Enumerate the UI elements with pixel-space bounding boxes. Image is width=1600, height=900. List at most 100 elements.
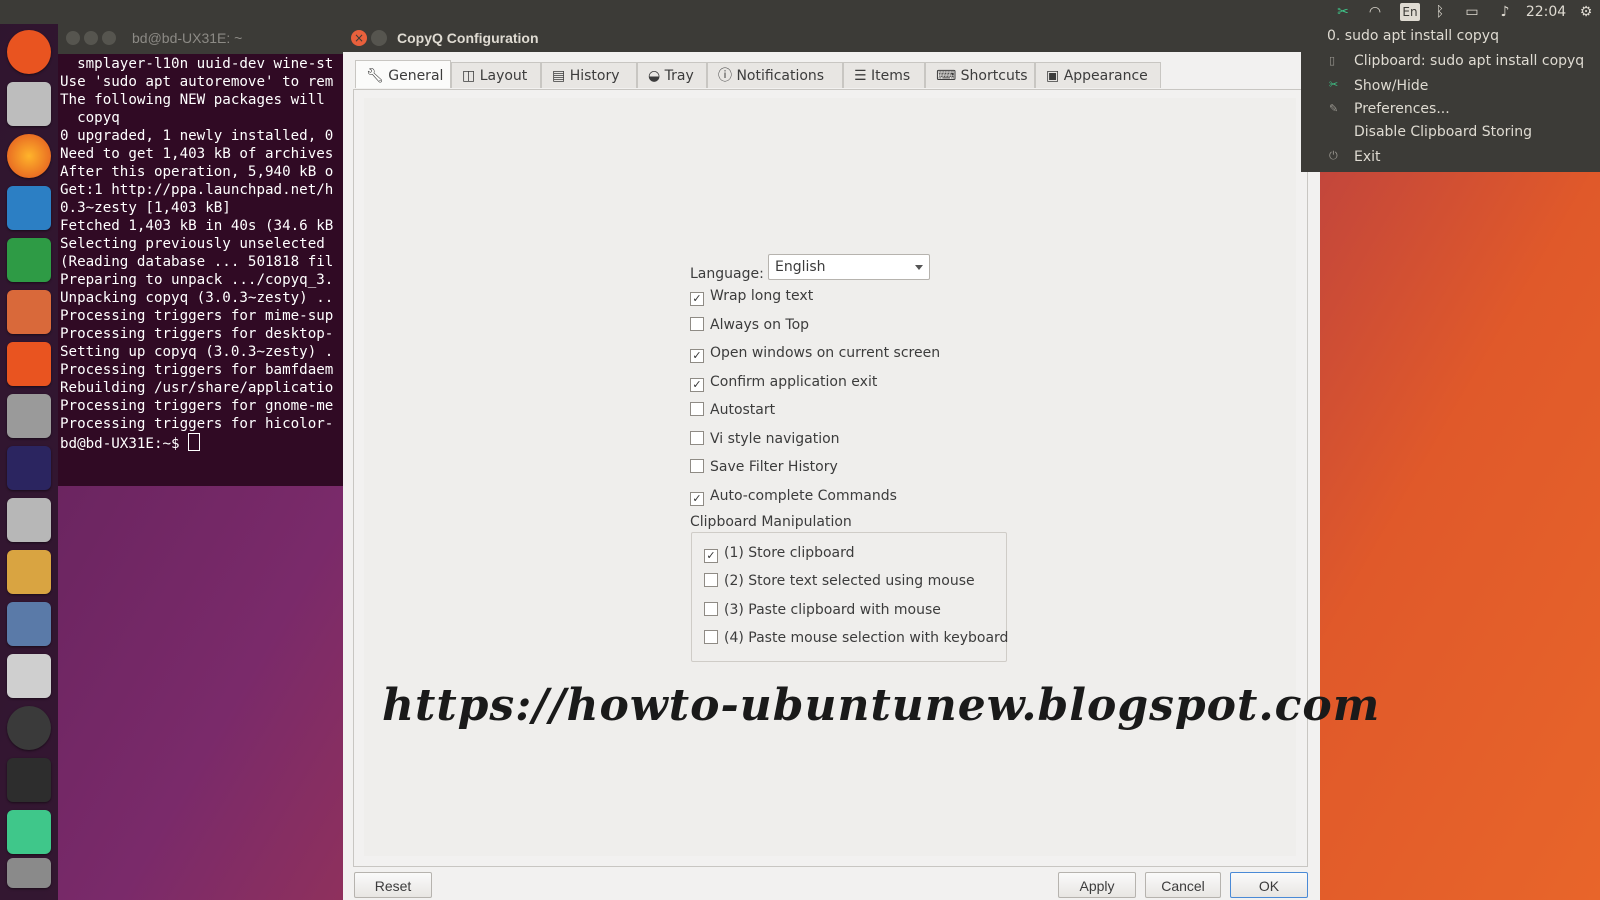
- chevron-down-icon: [915, 265, 923, 270]
- apply-button[interactable]: Apply: [1058, 872, 1136, 898]
- ubuntu-dash-icon[interactable]: [7, 30, 51, 74]
- eclipse-icon[interactable]: [7, 446, 51, 490]
- terminal-title: bd@bd-UX31E: ~: [132, 30, 243, 46]
- tab-label: General: [388, 68, 444, 84]
- tab-appearance[interactable]: ▣ Appearance: [1035, 62, 1161, 88]
- calc-icon[interactable]: [7, 238, 51, 282]
- option-vi-navigation[interactable]: Vi style navigation: [690, 429, 840, 449]
- trash-icon[interactable]: [7, 858, 51, 888]
- option-store-selection[interactable]: (2) Store text selected using mouse: [704, 571, 975, 591]
- keyboard-language-indicator[interactable]: En: [1400, 3, 1420, 21]
- tab-history[interactable]: ▤ History: [541, 62, 637, 88]
- menu-item-history-0[interactable]: 0. sudo apt install copyq: [1327, 25, 1499, 47]
- clock[interactable]: 22:04: [1524, 3, 1568, 21]
- checkbox-icon[interactable]: [704, 573, 718, 587]
- option-paste-clipboard-mouse[interactable]: (3) Paste clipboard with mouse: [704, 600, 941, 620]
- close-icon[interactable]: [66, 31, 80, 45]
- terminal-line: copyq: [60, 110, 120, 126]
- option-autostart[interactable]: Autostart: [690, 400, 775, 420]
- checkbox-icon[interactable]: ✓: [690, 378, 704, 392]
- terminal-line: Unpacking copyq (3.0.3~zesty) ..: [60, 290, 334, 306]
- ok-button[interactable]: OK: [1230, 872, 1308, 898]
- option-label: Wrap long text: [710, 288, 814, 304]
- tab-layout[interactable]: ◫ Layout: [451, 62, 541, 88]
- option-autocomplete-commands[interactable]: ✓ Auto-complete Commands: [690, 486, 897, 506]
- checkbox-icon[interactable]: [690, 431, 704, 445]
- tab-general[interactable]: 🔧︎ General: [355, 60, 451, 88]
- terminal-line: Processing triggers for desktop-: [60, 326, 334, 342]
- checkbox-icon[interactable]: [690, 317, 704, 331]
- tab-notifications[interactable]: ⓘ Notifications: [707, 62, 843, 88]
- writer-icon[interactable]: [7, 186, 51, 230]
- dialog-title: CopyQ Configuration: [397, 30, 539, 46]
- terminal-prompt[interactable]: bd@bd-UX31E:~$: [60, 433, 343, 453]
- tab-shortcuts[interactable]: ⌨ Shortcuts: [925, 62, 1035, 88]
- impress-icon[interactable]: [7, 290, 51, 334]
- menu-item-disable-storing[interactable]: Disable Clipboard Storing: [1354, 121, 1532, 143]
- option-label: (2) Store text selected using mouse: [724, 573, 975, 589]
- launcher: [0, 24, 58, 900]
- watermark-url: https://howto-ubuntunew.blogspot.com: [382, 680, 1381, 731]
- option-wrap-long-text[interactable]: ✓ Wrap long text: [690, 286, 813, 306]
- cursor: [188, 433, 201, 451]
- tweak-tool-icon[interactable]: [7, 498, 51, 542]
- software-center-icon[interactable]: [7, 342, 51, 386]
- minimize-icon[interactable]: [371, 30, 387, 46]
- language-label: Language:: [690, 266, 764, 282]
- terminal-icon[interactable]: [7, 758, 51, 802]
- option-always-on-top[interactable]: Always on Top: [690, 315, 809, 335]
- cancel-button[interactable]: Cancel: [1145, 872, 1221, 898]
- checkbox-icon[interactable]: ✓: [690, 349, 704, 363]
- bluetooth-icon[interactable]: ᛒ: [1432, 3, 1448, 21]
- camera-icon[interactable]: [7, 654, 51, 698]
- copyq-tray-icon[interactable]: ✂: [1332, 3, 1354, 21]
- tab-tray[interactable]: ◒ Tray: [637, 62, 707, 88]
- volume-icon[interactable]: ♪: [1494, 3, 1516, 21]
- terminal-line: 0 upgraded, 1 newly installed, 0: [60, 128, 334, 144]
- checkbox-icon[interactable]: [704, 602, 718, 616]
- option-label: Open windows on current screen: [710, 345, 941, 361]
- tab-panel-general: Language: English ✓ Wrap long text Always…: [353, 89, 1308, 867]
- tab-items[interactable]: ☰ Items: [843, 62, 925, 88]
- terminal-line: After this operation, 5,940 kB o: [60, 164, 334, 180]
- system-gear-icon[interactable]: ⚙: [1576, 3, 1596, 21]
- tab-label: Notifications: [736, 68, 825, 84]
- battery-icon[interactable]: ▭: [1458, 3, 1486, 21]
- option-save-filter-history[interactable]: Save Filter History: [690, 457, 838, 477]
- terminal-output[interactable]: smplayer-l10n uuid-dev wine-st Use 'sudo …: [58, 54, 343, 453]
- menu-item-clipboard[interactable]: Clipboard: sudo apt install copyq: [1354, 50, 1584, 72]
- archive-icon[interactable]: [7, 550, 51, 594]
- video-editor-icon[interactable]: [7, 602, 51, 646]
- checkbox-icon[interactable]: ✓: [690, 292, 704, 306]
- checkbox-icon[interactable]: ✓: [690, 492, 704, 506]
- menu-item-show-hide[interactable]: Show/Hide: [1354, 75, 1428, 97]
- option-confirm-exit[interactable]: ✓ Confirm application exit: [690, 372, 877, 392]
- maximize-icon[interactable]: [102, 31, 116, 45]
- checkbox-icon[interactable]: [690, 459, 704, 473]
- tab-label: Appearance: [1063, 68, 1148, 84]
- tab-label: Shortcuts: [960, 68, 1028, 84]
- checkbox-icon[interactable]: ✓: [704, 549, 718, 563]
- wifi-icon[interactable]: ◠: [1364, 3, 1386, 21]
- image-icon: ▣: [1046, 68, 1064, 84]
- option-store-clipboard[interactable]: ✓ (1) Store clipboard: [704, 543, 855, 563]
- system-settings-icon[interactable]: [7, 394, 51, 438]
- terminal-line: Setting up copyq (3.0.3~zesty) .: [60, 344, 334, 360]
- software-updater-icon[interactable]: [7, 706, 51, 750]
- option-open-windows-current-screen[interactable]: ✓ Open windows on current screen: [690, 343, 940, 363]
- tab-label: Tray: [664, 68, 694, 84]
- menu-item-preferences[interactable]: Preferences...: [1354, 98, 1450, 120]
- option-paste-selection-keyboard[interactable]: (4) Paste mouse selection with keyboard: [704, 628, 1008, 648]
- checkbox-icon[interactable]: [690, 402, 704, 416]
- files-icon[interactable]: [7, 82, 51, 126]
- minimize-icon[interactable]: [84, 31, 98, 45]
- copyq-icon[interactable]: [7, 810, 51, 854]
- checkbox-icon[interactable]: [704, 630, 718, 644]
- reset-button[interactable]: Reset: [354, 872, 432, 898]
- terminal-line: 0.3~zesty [1,403 kB]: [60, 200, 231, 216]
- language-select[interactable]: English: [768, 254, 930, 280]
- close-icon[interactable]: ×: [351, 30, 367, 46]
- menu-item-exit[interactable]: Exit: [1354, 146, 1381, 168]
- firefox-icon[interactable]: [7, 134, 51, 178]
- terminal-line: Selecting previously unselected: [60, 236, 334, 252]
